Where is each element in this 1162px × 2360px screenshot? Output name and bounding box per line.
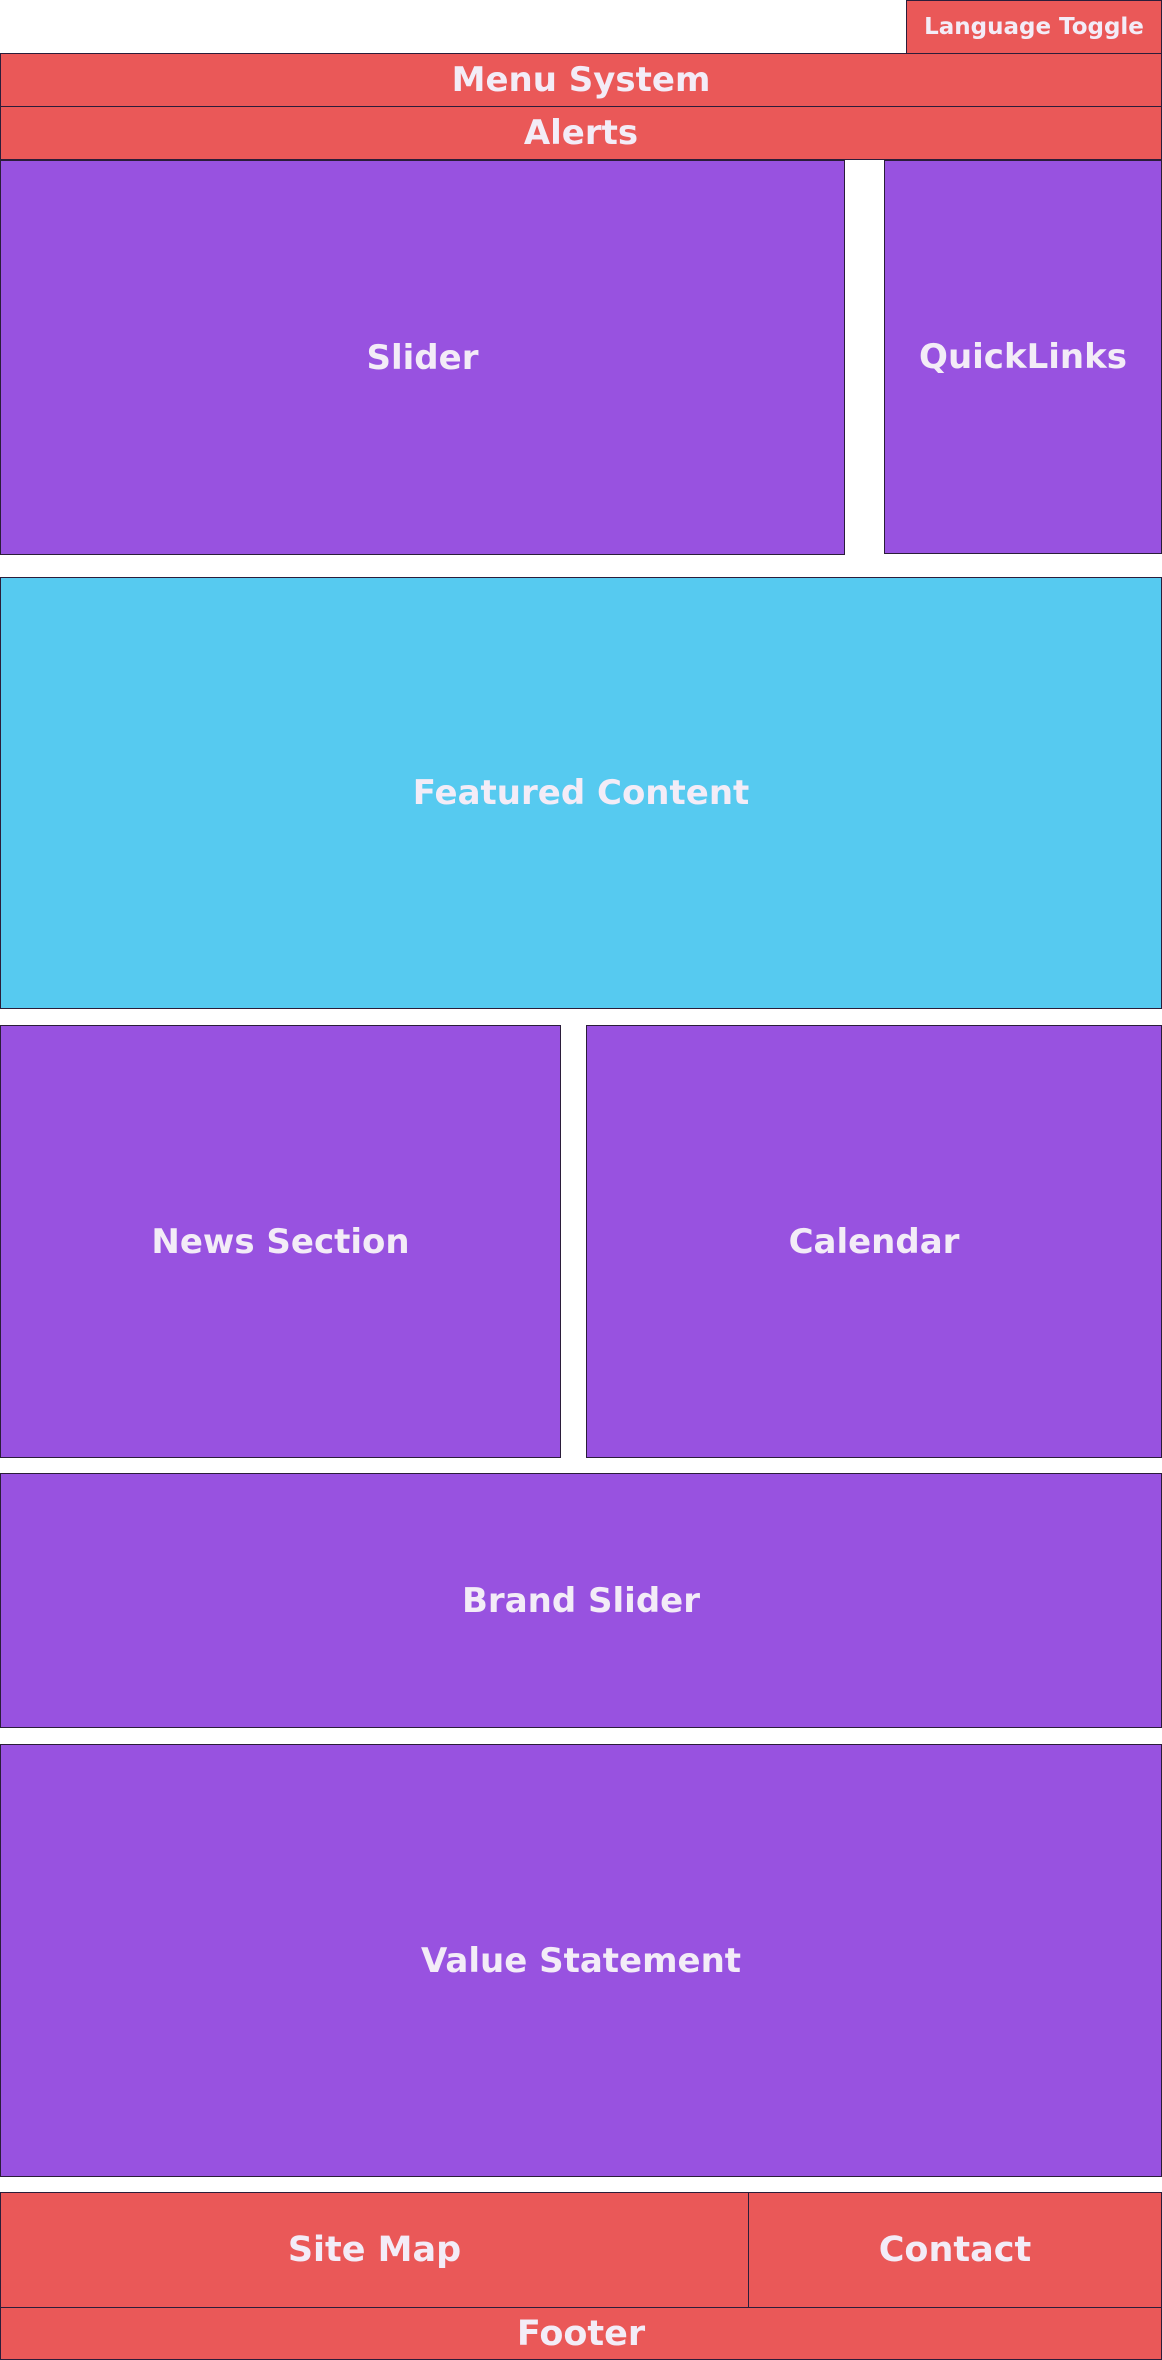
quicklinks-label: QuickLinks (919, 337, 1127, 377)
language-toggle-label: Language Toggle (924, 14, 1144, 40)
language-toggle-block[interactable]: Language Toggle (906, 0, 1162, 54)
footer-block: Footer (0, 2307, 1162, 2360)
footer-label: Footer (516, 2313, 646, 2354)
contact-label: Contact (878, 2230, 1032, 2270)
brand-slider-block: Brand Slider (0, 1473, 1162, 1728)
slider-block: Slider (0, 160, 845, 555)
calendar-block: Calendar (586, 1025, 1162, 1458)
alerts-label: Alerts (523, 113, 639, 153)
value-statement-label: Value Statement (420, 1940, 742, 1981)
contact-block: Contact (748, 2192, 1162, 2308)
calendar-label: Calendar (788, 1221, 960, 1262)
alerts-block: Alerts (0, 106, 1162, 160)
menu-system-label: Menu System (451, 60, 711, 100)
site-map-block: Site Map (0, 2192, 749, 2308)
featured-content-block: Featured Content (0, 577, 1162, 1009)
menu-system-block: Menu System (0, 53, 1162, 107)
brand-slider-label: Brand Slider (462, 1580, 700, 1621)
quicklinks-block: QuickLinks (884, 160, 1162, 554)
value-statement-block: Value Statement (0, 1744, 1162, 2177)
news-section-block: News Section (0, 1025, 561, 1458)
slider-label: Slider (366, 337, 479, 378)
news-section-label: News Section (151, 1221, 410, 1262)
site-map-label: Site Map (287, 2230, 462, 2270)
featured-content-label: Featured Content (412, 773, 750, 813)
